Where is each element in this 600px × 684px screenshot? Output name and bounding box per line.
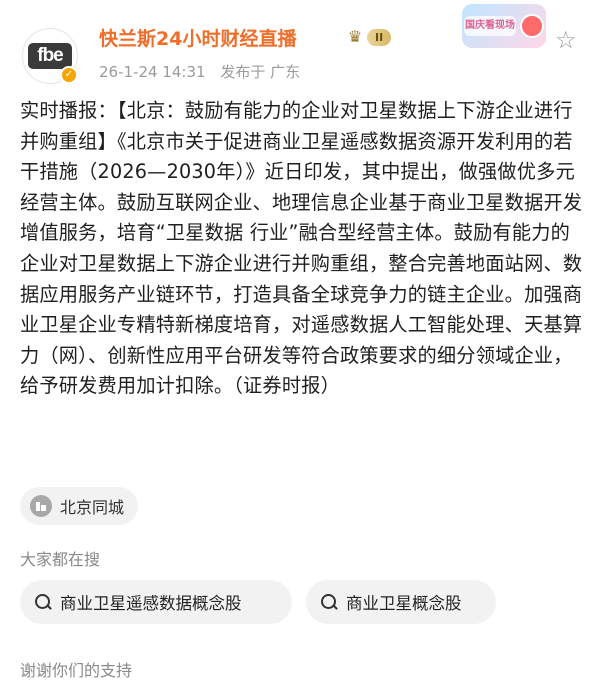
verified-badge-icon: ✓: [60, 66, 78, 84]
location-chip-label: 北京同城: [60, 498, 125, 517]
post-timestamp: 26-1-24 14:31: [99, 63, 206, 81]
post-location: 发布于 广东: [220, 63, 301, 81]
level-label: II: [367, 28, 392, 46]
crown-icon: ♛: [347, 27, 363, 46]
promo-banner[interactable]: 国庆看现场: [462, 4, 546, 48]
search-icon: [320, 593, 338, 611]
post-meta: 26-1-24 14:31 发布于 广东: [99, 61, 310, 82]
star-outline-icon[interactable]: ☆: [555, 28, 577, 52]
location-chip[interactable]: 北京同城: [20, 487, 139, 525]
city-building-icon: [30, 495, 52, 517]
search-icon: [34, 593, 52, 611]
level-badge[interactable]: ♛ II: [343, 26, 399, 48]
weibo-post-page: fbe ✓ 快兰斯24小时财经直播 ♛ II 26-1-24 14:31 发布于…: [0, 0, 600, 684]
mascot-icon: [520, 14, 544, 38]
trending-search-title: 大家都在搜: [20, 550, 101, 569]
post-body: 实时播报：【北京：鼓励有能力的企业对卫星数据上下游企业进行并购重组】《北京市关于…: [20, 99, 583, 398]
fbe-logo: fbe: [28, 43, 72, 69]
footer-text: 谢谢你们的支持: [20, 661, 133, 680]
search-suggestion-chip[interactable]: 商业卫星遥感数据概念股: [20, 580, 292, 624]
promo-label: 国庆看现场: [464, 16, 516, 36]
username[interactable]: 快兰斯24小时财经直播: [99, 24, 296, 51]
search-suggestion-chip[interactable]: 商业卫星概念股: [306, 580, 496, 624]
search-suggestion-label: 商业卫星遥感数据概念股: [60, 594, 242, 613]
search-suggestion-label: 商业卫星概念股: [346, 594, 462, 613]
